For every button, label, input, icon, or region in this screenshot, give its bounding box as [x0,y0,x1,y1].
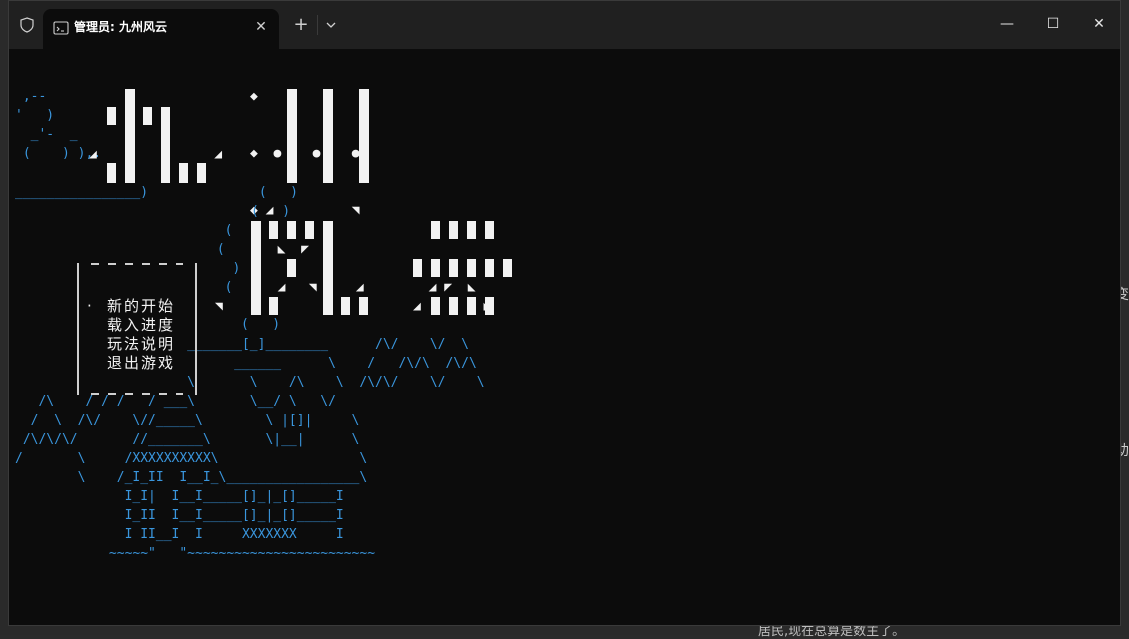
menu-item-label: 退出游戏 [107,354,176,372]
menu-cursor: · [87,297,92,315]
title-glyph-block [449,221,458,239]
title-glyph-art: ◣ ◤ ◢ ◥ ◢ ◥ [215,242,364,314]
title-glyph-block [107,163,116,183]
title-glyph-block [431,221,440,239]
title-glyph-block [125,89,135,183]
menu-border-bottom [91,393,183,395]
title-glyph-block [197,163,206,183]
terminal-icon [53,21,69,35]
chevron-down-icon[interactable] [323,13,339,37]
title-glyph-art: ◢ ◢ [89,147,223,162]
menu-item-label: 载入进度 [107,316,176,334]
console-output[interactable]: ,-- ' ) _'- _ ( ) ),. ________________) … [9,49,1120,625]
ascii-cloud-line: ________________) [15,185,149,200]
tab-active[interactable]: 管理员: 九州风云 ✕ [43,9,279,49]
title-glyph-block [107,107,116,125]
title-glyph-block [485,259,494,277]
title-glyph-block [467,221,476,239]
title-glyph-block [503,259,512,277]
terminal-window: 管理员: 九州风云 ✕ + — ☐ ✕ ,-- ' ) _'- _ ( ) ),… [8,0,1121,626]
title-glyph-block [467,259,476,277]
close-icon[interactable]: ✕ [251,17,271,37]
title-glyph-art: ◢ ◤ ◣ ◢ ◣ [413,280,492,314]
minimize-icon[interactable]: — [984,9,1030,39]
menu-item-label: 玩法说明 [107,335,176,353]
title-glyph-block [413,259,422,277]
title-glyph-block [449,259,458,277]
plus-icon[interactable]: + [291,13,311,37]
menu-item-label: 新的开始 [107,297,176,315]
tab-separator [317,15,318,35]
menu-item-load[interactable]: 载入进度 [79,316,195,335]
title-glyph-block [179,163,188,183]
maximize-icon[interactable]: ☐ [1030,9,1076,39]
menu-item-exit[interactable]: 退出游戏 [79,354,195,373]
main-menu: · 新的开始 载入进度 玩法说明 退出游戏 [77,263,197,395]
menu-item-new-game[interactable]: · 新的开始 [79,297,195,316]
title-glyph-block [359,89,369,183]
menu-item-help[interactable]: 玩法说明 [79,335,195,354]
ascii-mountain-art: ( ) [241,317,281,332]
tab-title: 管理员: 九州风云 [74,20,167,34]
ascii-mountain-art: ( ) ( ) [251,185,298,219]
title-glyph-block [143,107,152,125]
title-glyph-block [485,221,494,239]
close-window-button[interactable]: ✕ [1076,9,1122,39]
shield-icon [20,17,34,33]
title-bar[interactable]: 管理员: 九州风云 ✕ + — ☐ ✕ [9,1,1120,49]
title-glyph-block [431,259,440,277]
menu-border-top [91,263,183,265]
